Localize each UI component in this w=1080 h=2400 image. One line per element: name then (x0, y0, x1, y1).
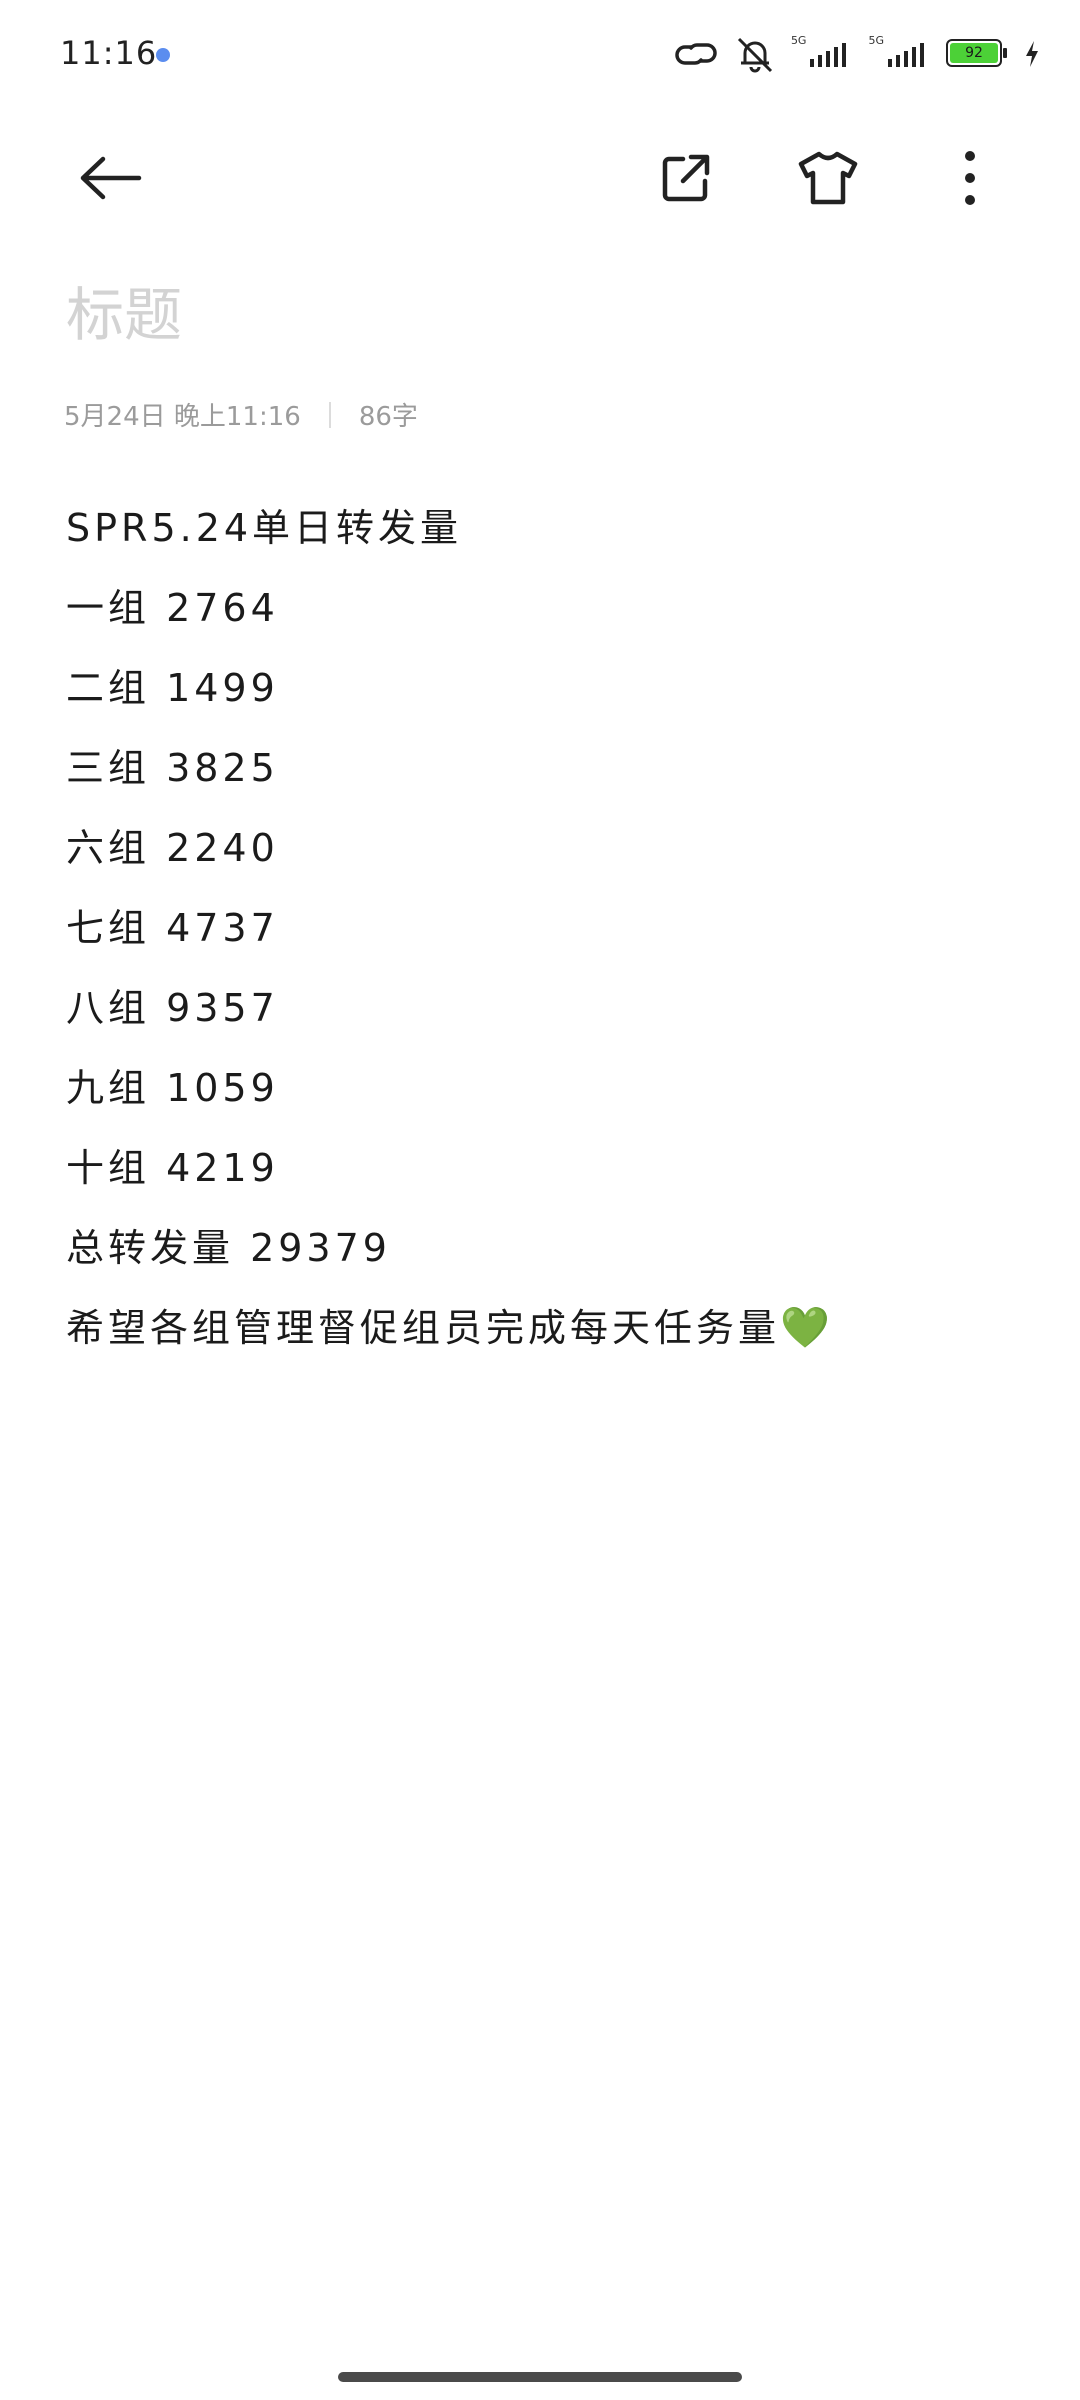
note-date: 5月24日 晚上11:16 (64, 402, 301, 432)
note-line: 十组 4219 (66, 1146, 279, 1190)
network-type-label-2: 5G (868, 33, 884, 47)
green-heart-emoji: 💚 (780, 1305, 830, 1351)
link-icon (675, 43, 717, 65)
note-body[interactable]: SPR5.24单日转发量 一组 2764 二组 1499 三组 3825 六组 … (66, 498, 1026, 1378)
status-time: 11:16 (60, 34, 158, 72)
note-toolbar (0, 120, 1080, 230)
charging-bolt-icon (1026, 41, 1038, 67)
note-line: 八组 9357 (66, 986, 279, 1030)
notification-dot-icon (156, 48, 170, 62)
status-icons: 5G 5G 92 (673, 32, 1040, 76)
network-type-label: 5G (790, 33, 807, 47)
note-line: 三组 3825 (66, 746, 279, 790)
note-line: 六组 2240 (66, 826, 279, 870)
more-options-button[interactable] (932, 140, 1008, 216)
note-meta: 5月24日 晚上11:16 86字 (64, 396, 418, 433)
note-line: SPR5.24单日转发量 (66, 506, 463, 550)
home-indicator[interactable] (338, 2372, 742, 2382)
status-bar: 11:16 5G 5G 92 (0, 0, 1080, 110)
note-line: 总转发量 29379 (66, 1226, 391, 1270)
note-line: 二组 1499 (66, 666, 279, 710)
note-title-input[interactable]: 标题 (66, 268, 182, 352)
note-char-count: 86字 (358, 402, 418, 432)
back-arrow-icon (80, 156, 142, 200)
note-line: 一组 2764 (66, 586, 279, 630)
theme-button[interactable] (790, 140, 866, 216)
note-line-last: 希望各组管理督促组员完成每天任务量💚 (66, 1298, 1026, 1378)
back-button[interactable] (72, 140, 148, 216)
signal-bars-icon (810, 43, 847, 67)
mute-bell-icon (737, 37, 772, 73)
note-line: 七组 4737 (66, 906, 279, 950)
share-button[interactable] (648, 140, 724, 216)
share-external-icon (662, 154, 710, 202)
meta-divider (328, 401, 331, 428)
signal-bars-icon-2 (888, 43, 924, 67)
note-line-text: 希望各组管理督促组员完成每天任务量 (66, 1306, 781, 1350)
more-vertical-icon (965, 151, 975, 205)
battery-icon: 92 (946, 39, 1010, 69)
battery-percent: 92 (965, 45, 983, 61)
tshirt-icon (798, 151, 858, 205)
note-line: 九组 1059 (66, 1066, 279, 1110)
